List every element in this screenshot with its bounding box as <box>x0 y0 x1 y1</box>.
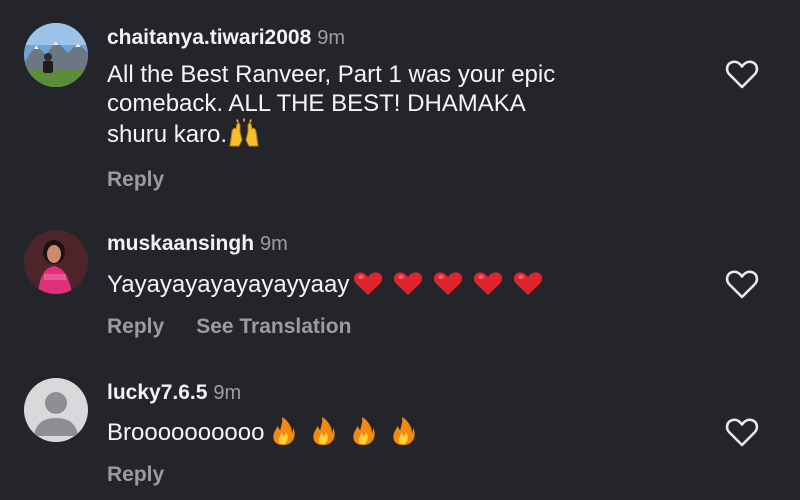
avatar[interactable] <box>24 378 88 442</box>
timestamp: 9m <box>317 27 346 49</box>
red-heart-emoji <box>351 268 385 298</box>
username[interactable]: muskaansingh <box>107 232 254 255</box>
comment-text: All the Best Ranveer, Part 1 was your ep… <box>107 60 667 149</box>
username[interactable]: lucky7.6.5 <box>107 381 207 404</box>
heart-outline-icon <box>725 270 759 299</box>
raising-hands-emoji <box>227 118 261 148</box>
heart-outline-icon <box>725 418 759 447</box>
comment-text-line: Broooooooooo <box>107 419 265 446</box>
comment-text: Yayayayayayayayyaay <box>107 268 667 299</box>
avatar[interactable] <box>24 230 88 294</box>
heart-outline-icon <box>725 60 759 89</box>
comment-text-line: All the Best Ranveer, Part 1 was your ep… <box>107 61 556 88</box>
comment-text: Broooooooooo <box>107 416 667 447</box>
comment-text-line: Yayayayayayayayyaay <box>107 271 350 298</box>
person-photo-avatar <box>24 230 88 294</box>
fire-emoji <box>346 416 380 446</box>
reply-button[interactable]: Reply <box>107 463 164 486</box>
fire-emoji <box>386 416 420 446</box>
default-user-avatar <box>24 378 88 442</box>
mountain-photo-avatar <box>24 23 88 87</box>
fire-emoji <box>266 416 300 446</box>
like-button[interactable] <box>724 268 760 300</box>
red-heart-emoji <box>431 268 465 298</box>
reply-button[interactable]: Reply <box>107 168 164 191</box>
timestamp: 9m <box>260 233 288 255</box>
like-button[interactable] <box>724 416 760 448</box>
red-heart-emoji <box>391 268 425 298</box>
avatar[interactable] <box>24 23 88 87</box>
red-heart-emoji <box>511 268 545 298</box>
like-button[interactable] <box>724 58 760 90</box>
comment-text-line: comeback. ALL THE BEST! DHAMAKA <box>107 90 526 117</box>
reply-button[interactable]: Reply <box>107 315 164 338</box>
see-translation-button[interactable]: See Translation <box>196 315 351 338</box>
red-heart-emoji <box>471 268 505 298</box>
fire-emoji <box>306 416 340 446</box>
timestamp: 9m <box>213 382 242 404</box>
username[interactable]: chaitanya.tiwari2008 <box>107 26 311 49</box>
comment-text-line: shuru karo. <box>107 121 228 148</box>
